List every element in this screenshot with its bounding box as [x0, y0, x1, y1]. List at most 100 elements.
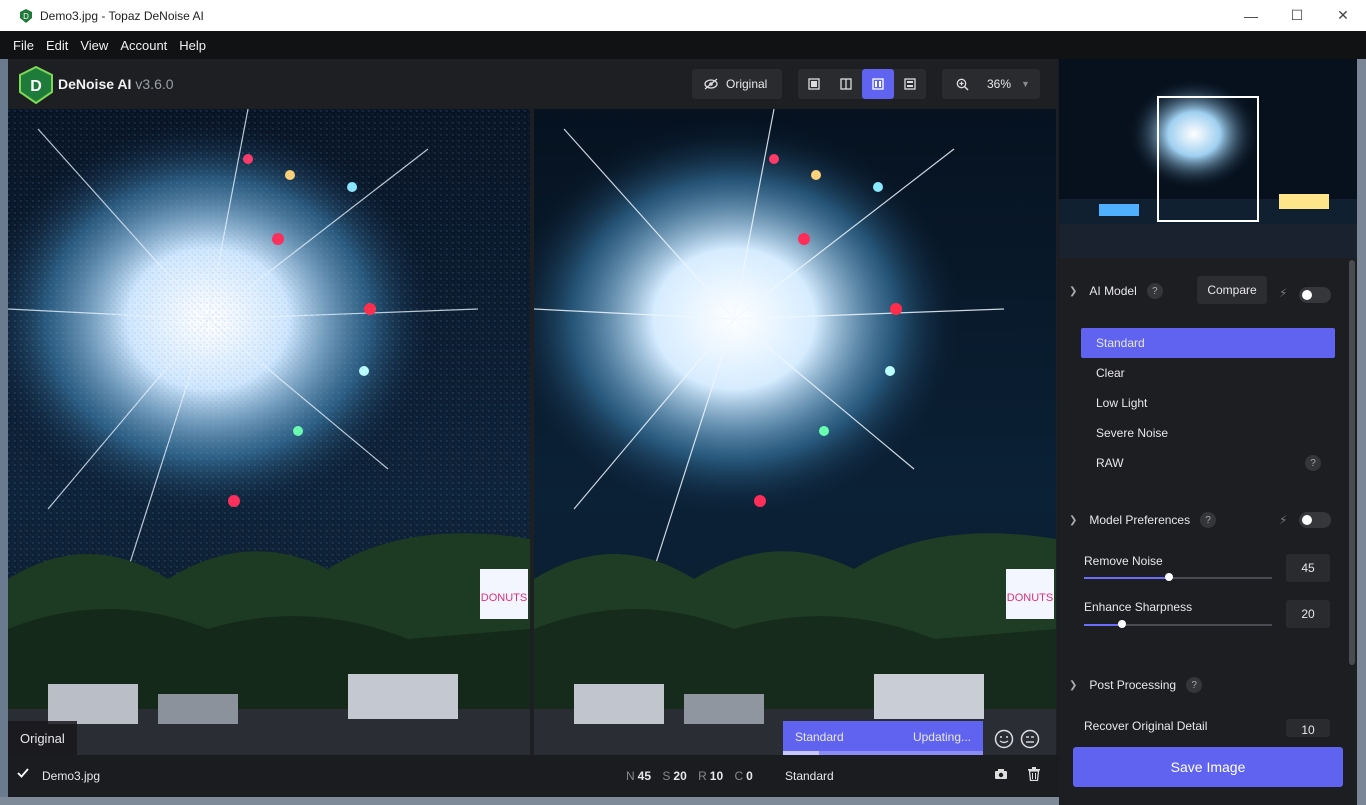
side-by-side-icon	[872, 78, 884, 90]
recover-detail-label: Recover Original Detail	[1084, 719, 1208, 733]
menu-help[interactable]: Help	[179, 38, 206, 53]
view-split-button[interactable]	[830, 69, 862, 99]
remove-noise-slider[interactable]	[1084, 573, 1272, 581]
menu-view[interactable]: View	[80, 38, 108, 53]
desktop-edge-bottom	[0, 797, 1059, 805]
chevron-down-icon: ▼	[1021, 79, 1030, 89]
trash-icon[interactable]	[1028, 767, 1040, 781]
eye-off-icon	[704, 78, 718, 90]
denoise-logo: D	[19, 66, 53, 104]
file-name[interactable]: Demo3.jpg	[42, 769, 100, 783]
compare-button[interactable]: Compare	[1197, 276, 1267, 304]
feedback-icons	[994, 729, 1040, 749]
enhance-sharpness-value[interactable]: 20	[1286, 600, 1330, 628]
model-standard-label: Standard	[1096, 336, 1145, 350]
stat-sharpness-value: 20	[673, 769, 687, 783]
model-clear[interactable]: Clear	[1081, 358, 1335, 388]
model-low-light-label: Low Light	[1096, 396, 1148, 410]
fireworks-photo-processed: DONUTS	[534, 109, 1056, 755]
bolt-icon: ⚡︎	[1279, 286, 1288, 300]
bolt-icon: ⚡︎	[1279, 513, 1288, 527]
model-clear-label: Clear	[1096, 366, 1125, 380]
menu-edit[interactable]: Edit	[46, 38, 68, 53]
view-compare-button[interactable]	[894, 69, 926, 99]
remove-noise-fill	[1084, 577, 1169, 579]
stat-noise-value: 45	[637, 769, 652, 783]
navigator-thumbnail[interactable]	[1059, 59, 1357, 258]
svg-text:DONUTS: DONUTS	[1007, 592, 1053, 604]
file-model-label: Standard	[785, 769, 834, 783]
stat-recover-key: R	[698, 769, 707, 783]
processed-preview-pane[interactable]: DONUTS Standard Updating...	[534, 109, 1056, 755]
model-severe-noise[interactable]: Severe Noise	[1081, 418, 1335, 448]
ai-model-section-header[interactable]: ❯ AI Model ?	[1069, 283, 1163, 299]
remove-noise-value[interactable]: 45	[1286, 554, 1330, 582]
model-standard[interactable]: Standard	[1081, 328, 1335, 358]
remove-noise-label: Remove Noise	[1084, 554, 1163, 568]
original-preview-pane[interactable]: DONUTS Original	[8, 109, 530, 755]
single-view-icon	[808, 78, 820, 90]
grid-view-icon	[904, 78, 916, 90]
original-label: Original	[726, 77, 768, 91]
top-toolbar: D DeNoise AI v3.6.0 Original 36% ▼	[8, 59, 1058, 109]
zoom-control[interactable]: 36% ▼	[942, 69, 1040, 99]
view-single-button[interactable]	[798, 69, 830, 99]
file-strip: Demo3.jpg N 45 S 20 R 10 C0 Standard	[8, 755, 1058, 797]
chevron-down-icon: ❯	[1069, 514, 1078, 526]
navigator-viewport-box[interactable]	[1157, 96, 1259, 222]
settings-summary: N 45 S 20 R 10 C0	[626, 769, 753, 783]
camera-icon[interactable]	[994, 768, 1008, 780]
enhance-sharpness-handle[interactable]	[1117, 620, 1126, 628]
stat-sharpness-key: S	[662, 769, 671, 783]
view-side-by-side-button[interactable]	[862, 69, 894, 99]
stat-color-key: C	[734, 769, 744, 783]
zoom-icon	[956, 78, 969, 91]
remove-noise-handle[interactable]	[1164, 573, 1173, 581]
compare-label: Compare	[1207, 283, 1257, 297]
save-image-label: Save Image	[1170, 759, 1246, 775]
status-model: Standard	[795, 730, 844, 744]
menu-file[interactable]: File	[13, 38, 34, 53]
original-toggle-button[interactable]: Original	[692, 69, 782, 99]
model-list: Standard Clear Low Light Severe Noise RA…	[1081, 328, 1335, 478]
model-low-light[interactable]: Low Light	[1081, 388, 1335, 418]
model-raw-label: RAW	[1096, 456, 1124, 470]
desktop-edge-left	[0, 59, 8, 805]
panel-scrollbar[interactable]	[1349, 260, 1355, 665]
help-icon[interactable]: ?	[1186, 677, 1203, 693]
close-button[interactable]: ✕	[1320, 0, 1366, 31]
smile-icon[interactable]	[994, 729, 1014, 749]
post-processing-title: Post Processing	[1089, 678, 1177, 692]
help-icon[interactable]: ?	[1200, 512, 1217, 528]
stat-color-value: 0	[746, 769, 753, 783]
save-image-button[interactable]: Save Image	[1073, 747, 1343, 787]
menu-account[interactable]: Account	[120, 38, 167, 53]
app-name: DeNoise AI v3.6.0	[58, 76, 174, 92]
settings-panel: ❯ AI Model ? Compare ⚡︎ Standard Clear L…	[1059, 59, 1357, 805]
help-icon[interactable]: ?	[1146, 283, 1163, 299]
app-version: v3.6.0	[135, 76, 174, 92]
post-processing-header[interactable]: ❯ Post Processing ?	[1069, 677, 1203, 693]
menu-bar: File Edit View Account Help	[0, 31, 1366, 59]
model-raw[interactable]: RAW?	[1081, 448, 1335, 478]
checkmark-icon[interactable]	[17, 767, 29, 779]
original-pane-label: Original	[8, 721, 77, 755]
chevron-down-icon: ❯	[1069, 285, 1078, 297]
maximize-button[interactable]: ☐	[1274, 0, 1320, 31]
help-icon[interactable]: ?	[1305, 455, 1321, 471]
minimize-button[interactable]: —	[1228, 0, 1274, 31]
split-view-icon	[840, 78, 852, 90]
recover-detail-value[interactable]: 10	[1286, 719, 1330, 737]
ai-model-auto-toggle[interactable]	[1299, 287, 1331, 303]
app-icon: D	[20, 8, 32, 23]
enhance-sharpness-slider[interactable]	[1084, 620, 1272, 628]
model-severe-noise-label: Severe Noise	[1096, 426, 1169, 440]
model-preferences-header[interactable]: ❯ Model Preferences ?	[1069, 512, 1217, 528]
status-text: Updating...	[912, 730, 971, 744]
svg-text:DONUTS: DONUTS	[481, 592, 527, 604]
app-name-text: DeNoise AI	[58, 76, 132, 92]
chevron-down-icon: ❯	[1069, 679, 1078, 691]
original-pane-label-text: Original	[20, 730, 65, 746]
model-preferences-auto-toggle[interactable]	[1299, 512, 1331, 528]
frown-icon[interactable]	[1020, 729, 1040, 749]
